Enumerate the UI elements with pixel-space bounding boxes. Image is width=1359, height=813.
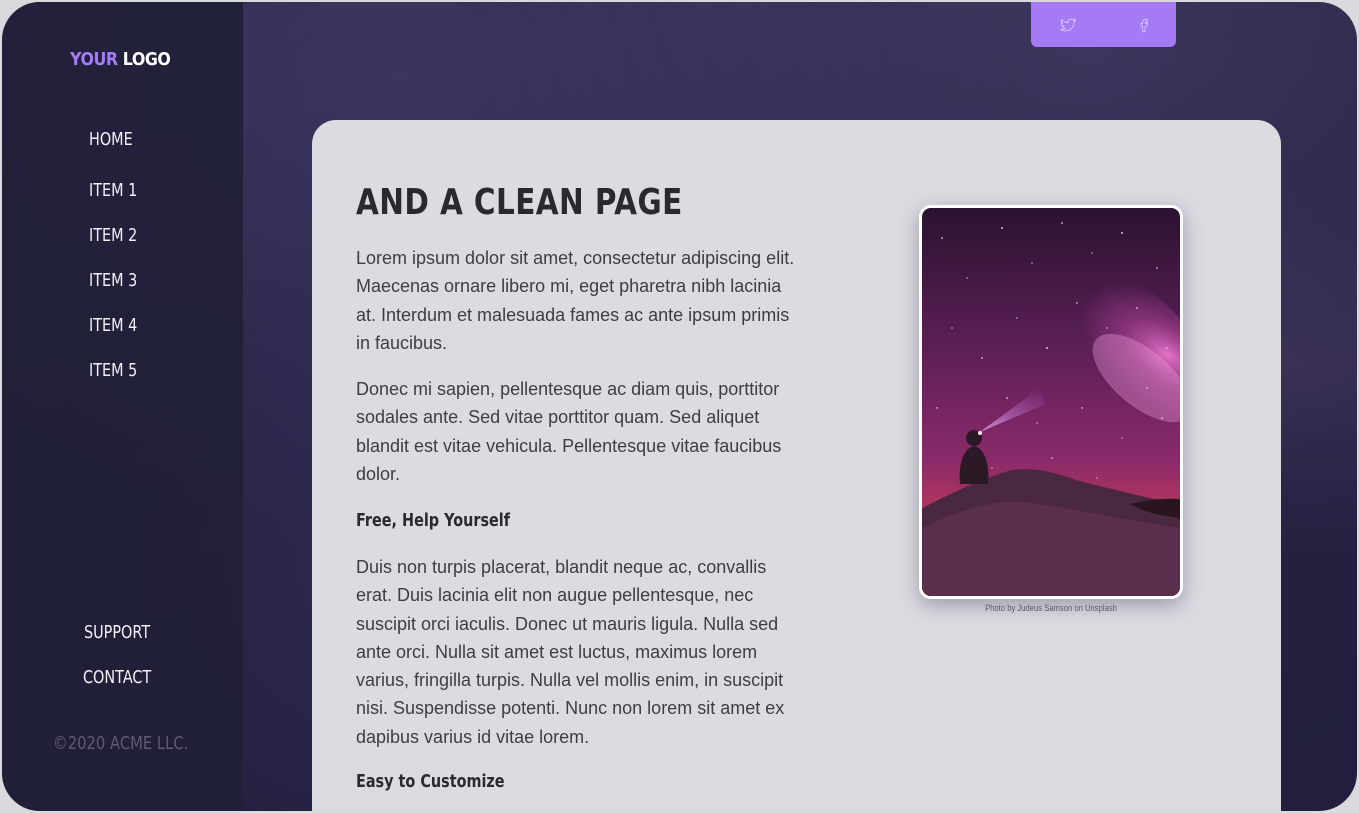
page-title: AND A CLEAN PAGE <box>356 182 683 223</box>
page-frame: YOUR LOGO HOME ITEM 1 ITEM 2 ITEM 3 ITEM… <box>2 2 1357 811</box>
nav-item-home[interactable]: HOME <box>89 129 133 150</box>
logo[interactable]: YOUR LOGO <box>70 49 171 70</box>
photo-caption: Photo by Judeus Samson on Unsplash <box>985 603 1117 613</box>
nav-item-4[interactable]: ITEM 4 <box>89 315 137 336</box>
paragraph-3: Duis non turpis placerat, blandit neque … <box>356 557 785 747</box>
nav-item-5[interactable]: ITEM 5 <box>89 360 137 381</box>
twitter-icon[interactable] <box>1059 16 1077 34</box>
nav-item-2[interactable]: ITEM 2 <box>89 225 137 246</box>
subheading-free: Free, Help Yourself <box>356 510 510 531</box>
photo-illustration <box>922 208 1180 596</box>
contact-link[interactable]: CONTACT <box>83 667 151 688</box>
copyright: ©2020 ACME LLC. <box>53 733 189 754</box>
logo-text: LOGO <box>122 49 171 70</box>
subheading-customize: Easy to Customize <box>356 771 505 792</box>
social-bar <box>1031 2 1176 47</box>
content-card: AND A CLEAN PAGE Lorem ipsum dolor sit a… <box>312 120 1281 811</box>
paragraph-1: Lorem ipsum dolor sit amet, consectetur … <box>356 248 795 353</box>
facebook-icon[interactable] <box>1135 16 1153 34</box>
nav-item-1[interactable]: ITEM 1 <box>89 180 137 201</box>
logo-accent-text: YOUR <box>70 49 118 70</box>
paragraph-2: Donec mi sapien, pellentesque ac diam qu… <box>356 379 782 484</box>
nav-item-3[interactable]: ITEM 3 <box>89 270 137 291</box>
night-sky-photo <box>919 205 1183 599</box>
support-link[interactable]: SUPPORT <box>84 622 150 643</box>
sidebar: YOUR LOGO HOME ITEM 1 ITEM 2 ITEM 3 ITEM… <box>2 2 243 811</box>
